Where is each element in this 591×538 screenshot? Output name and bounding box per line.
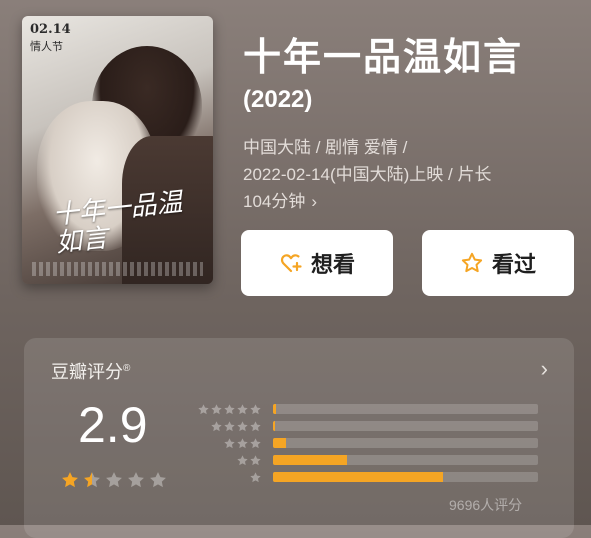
row-stars xyxy=(196,420,262,433)
rating-star-empty xyxy=(150,472,166,488)
mini-star-icon xyxy=(224,437,235,448)
distribution-bar xyxy=(273,455,348,465)
meta-line-3: 104分钟 › xyxy=(243,188,573,215)
distribution-row-1-star xyxy=(196,470,546,484)
meta-duration: 104分钟 xyxy=(243,192,306,211)
mini-star-icon xyxy=(250,403,261,414)
registered-mark: ® xyxy=(123,363,131,374)
rating-star-empty xyxy=(128,472,144,488)
movie-meta[interactable]: 中国大陆 / 剧情 爱情 / 2022-02-14(中国大陆)上映 / 片长 1… xyxy=(243,134,573,215)
distribution-bar xyxy=(273,404,276,414)
heart-plus-icon xyxy=(279,251,303,275)
distribution-track xyxy=(273,421,538,431)
mini-star-icon xyxy=(250,420,261,431)
rating-star-filled xyxy=(84,472,100,488)
douban-rating-label: 豆瓣评分® xyxy=(51,358,130,384)
rating-count: 9696人评分 xyxy=(449,497,523,513)
distribution-bar xyxy=(273,472,443,482)
poster-credits xyxy=(32,262,203,276)
mini-star-icon xyxy=(198,403,209,414)
meta-chevron-icon: › xyxy=(311,192,318,211)
poster-date: 02.14 xyxy=(30,22,71,37)
row-stars xyxy=(196,437,262,450)
meta-line-2: 2022-02-14(中国大陆)上映 / 片长 xyxy=(243,165,492,184)
distribution-row-3-star xyxy=(196,436,546,450)
mini-star-icon xyxy=(211,420,222,431)
mini-star-icon xyxy=(237,420,248,431)
score-stars xyxy=(60,470,168,490)
mini-star-icon xyxy=(237,454,248,465)
mini-star-icon xyxy=(224,403,235,414)
watched-label: 看过 xyxy=(491,252,536,277)
mini-star-icon xyxy=(237,437,248,448)
rating-card[interactable]: 豆瓣评分® › 2.9 9696人评分 xyxy=(24,338,574,538)
movie-poster[interactable]: 02.14 情人节 十年一品温如言 xyxy=(22,16,213,284)
want-to-watch-label: 想看 xyxy=(310,252,355,277)
chevron-right-icon[interactable]: › xyxy=(541,356,548,382)
distribution-track xyxy=(273,455,538,465)
row-stars xyxy=(196,471,262,484)
distribution-bar xyxy=(273,438,287,448)
rating-star-filled xyxy=(62,472,78,488)
watched-button[interactable]: 看过 xyxy=(422,230,574,296)
movie-year: (2022) xyxy=(243,86,313,113)
distribution-row-2-star xyxy=(196,453,546,467)
distribution-track xyxy=(273,404,538,414)
poster-tag: 情人节 xyxy=(30,40,63,53)
distribution-row-5-star xyxy=(196,402,546,416)
distribution-track xyxy=(273,438,538,448)
want-to-watch-button[interactable]: 想看 xyxy=(241,230,393,296)
mini-star-icon xyxy=(224,420,235,431)
distribution-bar xyxy=(273,421,275,431)
mini-star-icon xyxy=(250,471,261,482)
row-stars xyxy=(196,403,262,416)
distribution-row-4-star xyxy=(196,419,546,433)
mini-star-icon xyxy=(250,437,261,448)
star-outline-icon xyxy=(460,251,484,275)
meta-line-1: 中国大陆 / 剧情 爱情 / xyxy=(243,138,408,157)
mini-star-icon xyxy=(211,403,222,414)
distribution-track xyxy=(273,472,538,482)
rating-score: 2.9 xyxy=(78,397,148,453)
rating-label-text: 豆瓣评分 xyxy=(51,362,123,382)
movie-title: 十年一品温如言 xyxy=(243,37,524,79)
mini-star-icon xyxy=(237,403,248,414)
mini-star-icon xyxy=(250,454,261,465)
rating-star-empty xyxy=(106,472,122,488)
row-stars xyxy=(196,454,262,467)
